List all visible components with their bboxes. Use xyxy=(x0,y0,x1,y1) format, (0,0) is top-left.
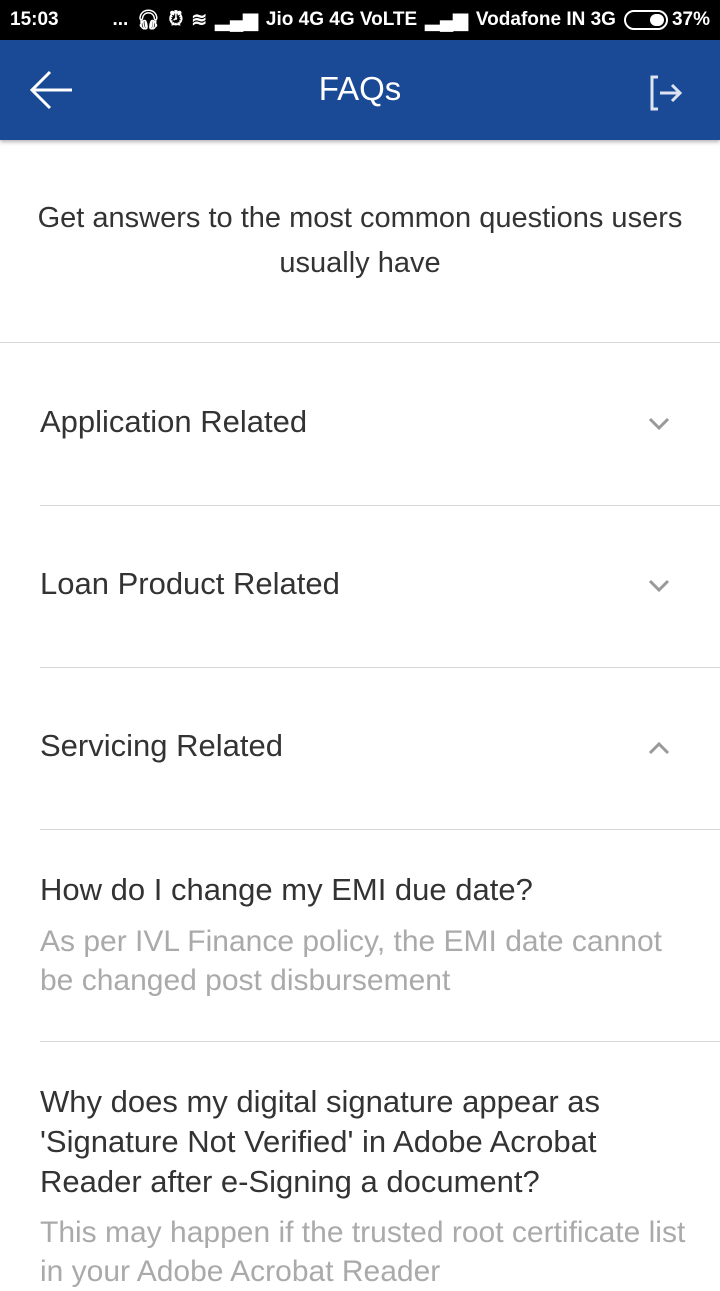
divider xyxy=(0,342,720,343)
divider xyxy=(40,1041,720,1042)
section-servicing-related[interactable]: Servicing Related xyxy=(40,728,283,764)
faq-answer: As per IVL Finance policy, the EMI date … xyxy=(40,925,663,997)
wifi-icon: ≋ xyxy=(191,9,208,31)
divider xyxy=(40,505,720,506)
faq-answer: This may happen if the trusted root cert… xyxy=(40,1216,686,1288)
page-title: FAQs xyxy=(318,70,402,107)
faq-question[interactable]: How do I change my EMI due date? xyxy=(40,870,690,910)
logout-icon[interactable] xyxy=(648,74,684,112)
status-bar: 15:03 ... 🎧︎ ⏰︎ ≋ ▂▄▆ Jio 4G 4G VoLTE ▂▄… xyxy=(0,0,720,40)
carrier-1: Jio 4G 4G VoLTE xyxy=(265,9,418,30)
intro-text: Get answers to the most common questions… xyxy=(37,202,683,279)
battery-percent: 37% xyxy=(671,9,710,30)
signal-icon: ▂▄▆ xyxy=(215,9,258,31)
chevron-down-icon[interactable] xyxy=(648,579,670,593)
section-application-related[interactable]: Application Related xyxy=(40,404,307,440)
status-time: 15:03 xyxy=(10,9,59,30)
faq-question[interactable]: Why does my digital signature appear as … xyxy=(40,1082,690,1202)
headset-icon: 🎧︎ xyxy=(136,10,161,31)
divider xyxy=(40,829,720,830)
chevron-up-icon[interactable] xyxy=(648,741,670,755)
battery-icon xyxy=(623,10,668,30)
alarm-icon: ⏰︎ xyxy=(168,9,184,30)
notification-dots: ... xyxy=(112,9,129,30)
carrier-2: Vodafone IN 3G xyxy=(475,9,616,30)
signal-icon: ▂▄▆ xyxy=(425,9,468,31)
section-loan-product-related[interactable]: Loan Product Related xyxy=(40,566,340,602)
app-bar: FAQs xyxy=(0,40,720,140)
chevron-down-icon[interactable] xyxy=(648,417,670,431)
divider xyxy=(40,667,720,668)
